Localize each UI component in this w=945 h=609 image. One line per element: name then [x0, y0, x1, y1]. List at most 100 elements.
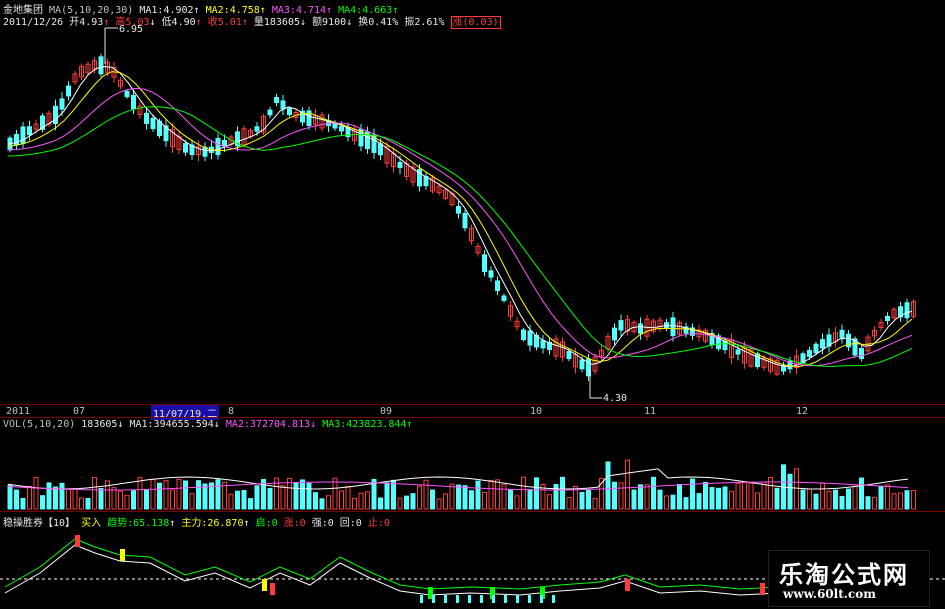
volume-bar	[267, 487, 273, 510]
volume-bar	[761, 481, 767, 510]
volume-bar	[859, 477, 864, 510]
signal-bar	[420, 595, 423, 603]
volume-header: VOL(5,10,20) 183605↓ MA1:394655.594↓ MA2…	[3, 419, 413, 430]
candle-body	[735, 349, 741, 355]
volume-bar	[137, 476, 143, 510]
volume-bar	[547, 494, 552, 510]
signal-marker	[262, 579, 267, 591]
candle-body	[820, 339, 825, 349]
volume-bar	[722, 486, 728, 510]
candle-body	[254, 126, 260, 132]
volume-bar	[794, 468, 799, 510]
volume-bar	[644, 484, 650, 510]
volume-bar	[865, 496, 871, 510]
volume-bar	[248, 498, 253, 510]
volume-bar	[170, 489, 175, 510]
volume-bar	[33, 476, 39, 510]
volume-bar	[14, 489, 19, 510]
candle-body	[755, 353, 760, 368]
volume-bar	[449, 483, 455, 510]
volume-bar	[696, 493, 702, 510]
signal-bar	[540, 595, 543, 603]
volume-bar	[716, 487, 721, 510]
volume-bar	[833, 489, 838, 510]
candle-body	[267, 109, 273, 116]
candle-body	[397, 161, 403, 169]
volume-bar	[280, 485, 286, 510]
watermark-url: www.60lt.com	[783, 587, 876, 601]
candle-body	[287, 107, 292, 116]
volume-bar	[625, 459, 630, 510]
volume-bar	[202, 483, 208, 510]
volume-bar	[800, 489, 806, 510]
volume-bar	[904, 490, 910, 510]
volume-bar	[898, 492, 903, 510]
candle-body	[183, 143, 188, 153]
volume-bar	[235, 490, 240, 510]
volume-chart[interactable]	[0, 431, 945, 511]
volume-bar	[176, 478, 182, 510]
volume-bar	[553, 484, 559, 510]
signal-bar	[432, 595, 435, 603]
time-axis-top-divider	[0, 404, 945, 405]
volume-bar	[228, 493, 234, 510]
volume-bar	[345, 485, 351, 510]
volume-bar	[566, 496, 572, 510]
volume-bar	[306, 482, 312, 510]
volume-bar	[293, 482, 299, 510]
time-axis-label: 07	[73, 406, 86, 417]
time-axis-label: 12	[796, 406, 809, 417]
volume-bar	[501, 484, 507, 510]
volume-bar	[729, 490, 734, 510]
volume-bar	[878, 486, 884, 510]
candle-body	[488, 270, 494, 278]
volume-bar	[651, 476, 656, 510]
volume-bar	[85, 497, 91, 510]
volume-bar	[352, 497, 357, 510]
candle-body	[27, 126, 32, 136]
candle-body	[521, 329, 526, 340]
candle-body	[501, 295, 507, 301]
signal-bar	[528, 595, 531, 603]
volume-bar	[846, 488, 851, 510]
volume-bar	[748, 482, 754, 510]
volume-bar	[365, 491, 370, 510]
signal-bar	[516, 595, 519, 603]
time-axis-label: 2011	[6, 406, 31, 417]
volume-bar	[40, 495, 45, 510]
candle-body	[664, 322, 669, 328]
candle-body	[579, 359, 585, 370]
volume-bar	[495, 479, 500, 510]
volume-bar	[430, 489, 435, 510]
candle-body	[638, 323, 643, 334]
candle-body	[566, 351, 572, 360]
candle-body	[462, 212, 468, 229]
watermark-logo: 乐淘公式网 www.60lt.com	[768, 550, 930, 607]
volume-bar	[592, 497, 598, 510]
volume-bar	[241, 490, 247, 510]
volume-bar	[20, 497, 26, 510]
volume-bar	[7, 484, 13, 510]
signal-marker	[75, 535, 80, 547]
candle-body	[495, 280, 500, 292]
volume-bar	[118, 490, 123, 510]
volume-ma2-arrow-icon: ↓	[310, 419, 317, 430]
volume-bar	[813, 493, 819, 510]
volume-top-divider	[0, 417, 945, 418]
volume-bar	[254, 485, 260, 510]
candle-body	[150, 117, 156, 130]
signal-bar	[444, 595, 447, 603]
volume-bar	[709, 487, 715, 510]
volume-arrow-icon: ↓	[117, 419, 124, 430]
cursor-suffix: 8	[228, 406, 235, 417]
kline-chart[interactable]	[0, 24, 945, 404]
volume-bar	[215, 479, 221, 510]
volume-bar	[677, 483, 682, 510]
volume-bar	[417, 485, 422, 510]
volume-bar	[826, 490, 832, 510]
signal-bar	[456, 595, 459, 603]
volume-bar	[774, 487, 780, 510]
candle-body	[215, 137, 221, 156]
volume-bar	[612, 481, 617, 510]
volume-bar	[196, 480, 201, 510]
